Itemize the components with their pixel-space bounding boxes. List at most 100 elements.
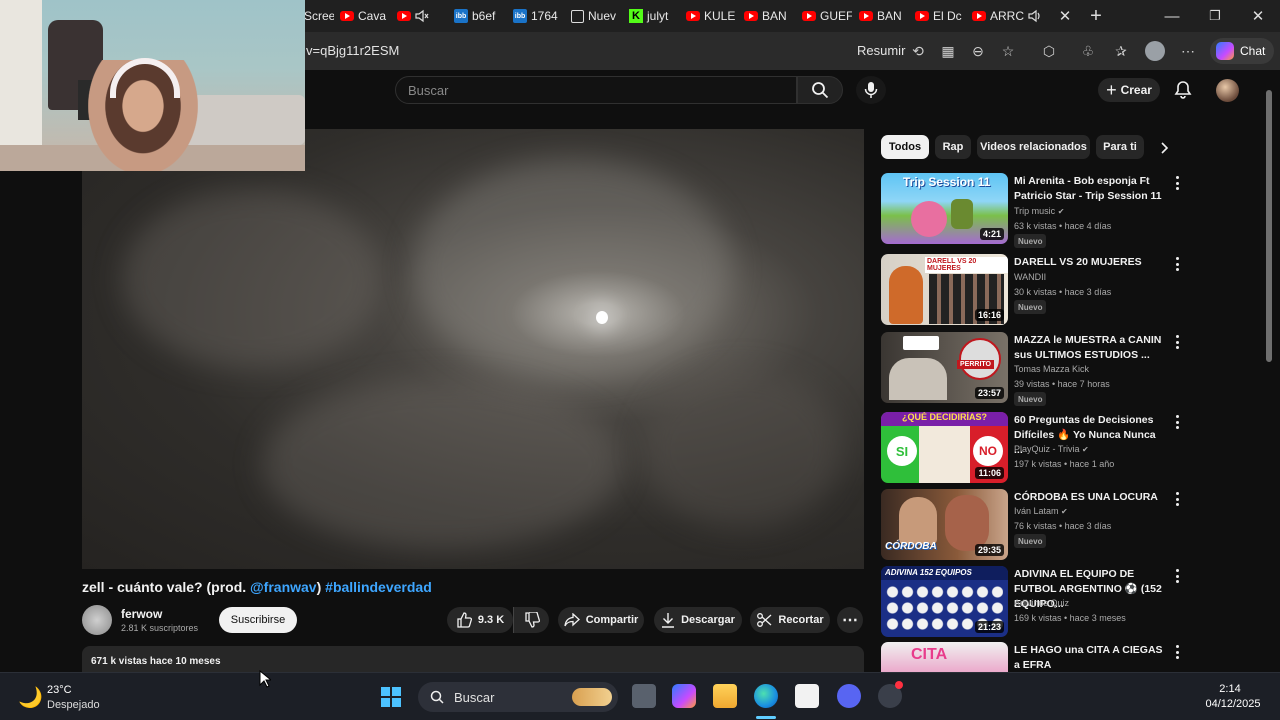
close-tab-icon[interactable]: ✕	[1053, 4, 1077, 28]
mention-link[interactable]: @franwav	[250, 579, 317, 595]
subscribe-button[interactable]: Suscribirse	[219, 607, 297, 633]
recommendation-channel[interactable]: Adivinus Quiz	[1014, 598, 1069, 608]
video-player[interactable]	[82, 129, 864, 569]
recommendation-title[interactable]: CÓRDOBA ES UNA LOCURA	[1014, 490, 1166, 505]
browser-tab[interactable]: KULE	[686, 6, 736, 26]
extensions-icon[interactable]: ⬡	[1039, 41, 1059, 61]
scrollbar-thumb[interactable]	[1266, 90, 1272, 362]
recommendation-title[interactable]: Mi Arenita - Bob esponja Ft Patricio Sta…	[1014, 174, 1166, 204]
video-thumbnail[interactable]: ADIVINA 152 EQUIPOS 21:23	[881, 566, 1008, 637]
browser-tab[interactable]: Nuev	[571, 6, 623, 26]
browser-tab[interactable]: Kjulyt	[629, 6, 679, 26]
summarize-button[interactable]: Resumir	[857, 43, 905, 58]
clip-button[interactable]: Recortar	[750, 607, 830, 633]
recommendation-item[interactable]: ¿QUÉ DECIDIRÍAS? SI NO 11:06 60 Pregunta…	[881, 412, 1181, 484]
chip-para-ti[interactable]: Para ti	[1096, 135, 1144, 159]
favorites-icon[interactable]: ✰	[1111, 41, 1131, 61]
like-button[interactable]: 9.3 K	[447, 607, 513, 633]
video-thumbnail[interactable]: PERRITO 23:57	[881, 332, 1008, 403]
recommendation-channel[interactable]: PlayQuiz - Trivia ✔	[1014, 444, 1089, 454]
new-tab-icon[interactable]: +	[1084, 4, 1108, 28]
translate-icon[interactable]: ⟲	[908, 41, 928, 61]
recommendation-channel[interactable]: WANDII	[1014, 272, 1046, 282]
download-button[interactable]: Descargar	[654, 607, 742, 633]
recommendation-item[interactable]: PERRITO 23:57 MAZZA le MUESTRA a CANIN s…	[881, 332, 1181, 406]
close-window-icon[interactable]: ✕	[1246, 4, 1270, 28]
app-grid-icon[interactable]: ▦	[938, 41, 958, 61]
browser-tab-active[interactable]: ARRC	[972, 6, 1052, 26]
copilot-app-icon[interactable]	[672, 684, 696, 708]
more-options-icon[interactable]	[1173, 569, 1181, 583]
discord-icon[interactable]	[837, 684, 861, 708]
profile-icon[interactable]	[1145, 41, 1165, 61]
favorite-star-icon[interactable]: ☆	[998, 41, 1018, 61]
browser-tab[interactable]: Scree	[304, 6, 334, 26]
video-thumbnail[interactable]: DARELL VS 20 MUJERES 16:16	[881, 254, 1008, 325]
account-avatar[interactable]	[1216, 79, 1239, 102]
page-scrollbar[interactable]	[1264, 76, 1274, 672]
more-options-icon[interactable]	[1173, 335, 1181, 349]
chip-rap[interactable]: Rap	[935, 135, 971, 159]
recommendation-channel[interactable]: Iván Latam ✔	[1014, 506, 1068, 516]
microsoft-store-icon[interactable]	[795, 684, 819, 708]
chips-next-button[interactable]	[1156, 139, 1174, 157]
zoom-icon[interactable]: ⊖	[968, 41, 988, 61]
address-bar[interactable]: v=qBjg11r2ESM	[306, 43, 399, 58]
video-thumbnail[interactable]: Trip Session 11 4:21	[881, 173, 1008, 244]
browser-tab[interactable]: BAN	[859, 6, 909, 26]
voice-search-button[interactable]	[856, 76, 886, 104]
clock-time[interactable]: 2:14	[1210, 683, 1250, 695]
more-options-icon[interactable]	[1173, 415, 1181, 429]
browser-tab[interactable]: Cava	[340, 6, 392, 26]
dislike-button[interactable]	[513, 607, 549, 633]
channel-name[interactable]: ferwow	[121, 607, 162, 621]
browser-essentials-icon[interactable]: ♧	[1078, 41, 1098, 61]
search-input[interactable]: Buscar	[395, 76, 797, 104]
recommendation-item[interactable]: DARELL VS 20 MUJERES 16:16 DARELL VS 20 …	[881, 254, 1181, 326]
more-actions-button[interactable]: ⋯	[837, 607, 863, 633]
clock-date[interactable]: 04/12/2025	[1200, 698, 1266, 710]
channel-avatar[interactable]	[82, 605, 112, 635]
more-options-icon[interactable]	[1173, 645, 1181, 659]
recommendation-item[interactable]: ADIVINA 152 EQUIPOS 21:23 ADIVINA EL EQU…	[881, 566, 1181, 638]
recommendation-title[interactable]: DARELL VS 20 MUJERES	[1014, 255, 1166, 270]
weather-temperature[interactable]: 23°C	[47, 684, 72, 696]
moon-weather-icon[interactable]: 🌙	[18, 685, 43, 710]
video-thumbnail[interactable]: CÓRDOBA 29:35	[881, 489, 1008, 560]
recommendation-channel[interactable]: Trip music ✔	[1014, 206, 1064, 216]
create-button[interactable]: + Crear	[1098, 78, 1160, 102]
share-button[interactable]: Compartir	[558, 607, 644, 633]
edge-browser-icon[interactable]	[754, 684, 778, 708]
minimize-icon[interactable]: —	[1160, 4, 1184, 28]
more-options-icon[interactable]	[1173, 492, 1181, 506]
recommendation-item[interactable]: Trip Session 11 4:21 Mi Arenita - Bob es…	[881, 173, 1181, 248]
recommendation-item[interactable]: CÓRDOBA 29:35 CÓRDOBA ES UNA LOCURA Iván…	[881, 489, 1181, 561]
chip-videos-relacionados[interactable]: Videos relacionados	[977, 135, 1090, 159]
weather-description[interactable]: Despejado	[47, 699, 100, 711]
browser-tab-muted[interactable]	[397, 6, 439, 26]
browser-tab[interactable]: BAN	[744, 6, 794, 26]
video-thumbnail[interactable]: CITA	[881, 642, 1008, 672]
restore-icon[interactable]: ❐	[1203, 4, 1227, 28]
hashtag-link[interactable]: #ballindeverdad	[325, 579, 432, 595]
copilot-chat-button[interactable]: Chat	[1210, 38, 1274, 64]
browser-tab[interactable]: El Dc	[915, 6, 965, 26]
recommendation-title[interactable]: LE HAGO una CITA A CIEGAS a EFRA	[1014, 643, 1166, 672]
taskbar-search[interactable]: Buscar	[418, 682, 618, 712]
task-view-icon[interactable]	[632, 684, 656, 708]
browser-tab[interactable]: ibb b6ef	[454, 6, 506, 26]
browser-tab[interactable]: GUEF	[802, 6, 852, 26]
file-explorer-icon[interactable]	[713, 684, 737, 708]
notifications-bell-icon[interactable]	[1173, 80, 1193, 100]
windows-start-icon[interactable]	[380, 686, 402, 708]
more-options-icon[interactable]	[1173, 176, 1181, 190]
recommendation-title[interactable]: MAZZA le MUESTRA a CANIN sus ULTIMOS EST…	[1014, 333, 1166, 363]
more-menu-icon[interactable]: ⋯	[1178, 41, 1198, 61]
recommendation-item[interactable]: CITA LE HAGO una CITA A CIEGAS a EFRA	[881, 642, 1181, 672]
video-thumbnail[interactable]: ¿QUÉ DECIDIRÍAS? SI NO 11:06	[881, 412, 1008, 483]
browser-tab[interactable]: ibb 1764	[513, 6, 563, 26]
recommendation-channel[interactable]: Tomas Mazza Kick	[1014, 364, 1089, 374]
search-button[interactable]	[797, 76, 843, 104]
chip-todos[interactable]: Todos	[881, 135, 929, 159]
description-box[interactable]: 671 k vistas hace 10 meses	[82, 646, 864, 672]
